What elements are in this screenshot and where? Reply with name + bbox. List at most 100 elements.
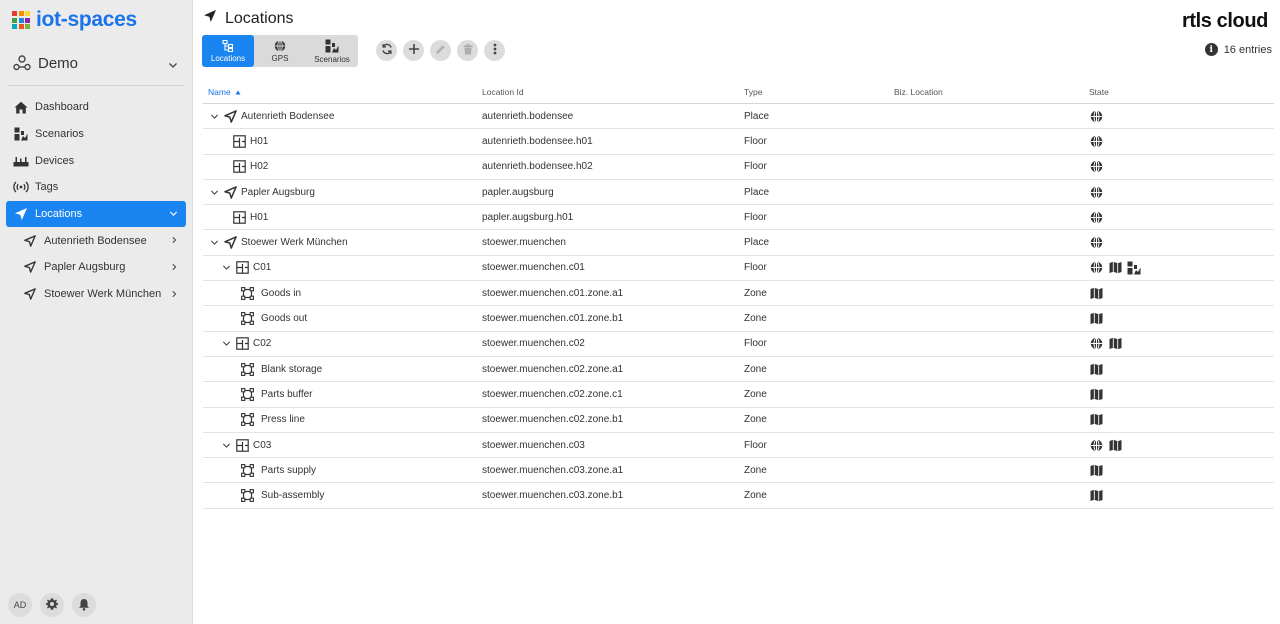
cell-location-id: autenrieth.bodensee.h02 [482,161,593,173]
cell-location-id: papler.augsburg.h01 [482,211,574,223]
sidebar-item-label: Tags [35,181,59,194]
cell-location-id: stoewer.muenchen.c01.zone.b1 [482,313,624,325]
sidebar-footer: AD [8,593,96,617]
notifications-button[interactable] [72,593,96,617]
table-row[interactable]: Press line stoewer.muenchen.c02.zone.b1 Zo… [203,408,1274,433]
settings-button[interactable] [40,593,64,617]
cell-location-id: stoewer.muenchen.c03.zone.b1 [482,490,624,502]
table-row[interactable]: H01 papler.augsburg.h01 Floor [203,205,1274,231]
cell-type: Floor [744,439,767,451]
globe-icon [1089,261,1103,275]
sidebar-divider [8,85,185,86]
table-row[interactable]: H02 autenrieth.bodensee.h02 Floor [203,155,1274,180]
table-row[interactable]: Parts buffer stoewer.muenchen.c02.zone.c1… [203,382,1274,408]
globe-icon [1089,337,1103,351]
table-row[interactable]: H01 autenrieth.bodensee.h01 Floor [203,129,1274,155]
cell-location-id: stoewer.muenchen.c02.zone.c1 [482,388,623,400]
sidebar-subitem-label: Stoewer Werk München [44,288,162,301]
trash-icon [463,42,473,60]
floor-plan-icon [232,160,246,174]
tab-label: GPS [271,53,289,63]
location-arrow-icon [223,236,237,250]
cell-name: C03 [203,438,482,452]
table-row[interactable]: C01 stoewer.muenchen.c01 Floor [203,256,1274,282]
chevron-right-icon [170,289,178,301]
cell-location-id: stoewer.muenchen.c02 [482,338,585,350]
edit-button[interactable] [430,40,451,61]
refresh-button[interactable] [376,40,397,61]
column-header-location-id[interactable]: Location Id [482,87,744,97]
sidebar-subitem-location[interactable]: Autenrieth Bodensee [6,227,186,254]
cell-name: H01 [203,134,482,148]
cell-name: Goods out [203,312,482,326]
table-row[interactable]: C02 stoewer.muenchen.c02 Floor [203,332,1274,357]
cell-type: Place [744,237,770,249]
expand-toggle-icon[interactable] [220,439,232,451]
zone-icon [240,286,254,300]
cell-location-id: autenrieth.bodensee.h01 [482,135,593,147]
location-name: C03 [253,439,272,451]
cell-location-id: stoewer.muenchen [482,237,566,249]
floor-plan-icon [235,438,249,452]
cell-name: Press line [203,413,482,427]
column-header-biz-location[interactable]: Biz. Location [894,87,1089,97]
tab-locations[interactable]: Locations [202,35,254,67]
cell-state [1089,438,1274,452]
brand[interactable]: iot-spaces [12,8,137,32]
tab-scenarios[interactable]: Scenarios [306,35,358,67]
more-button[interactable] [484,40,505,61]
column-header-name[interactable]: Name [203,87,482,97]
delete-button[interactable] [457,40,478,61]
location-name: Parts supply [261,464,317,476]
cell-state [1089,312,1274,326]
avatar[interactable]: AD [8,593,32,617]
location-name: Goods in [261,287,302,299]
sidebar-item-locations[interactable]: Locations [6,200,186,228]
cell-state [1089,413,1274,427]
cell-location-id: stoewer.muenchen.c02.zone.b1 [482,414,624,426]
expand-toggle-icon[interactable] [208,237,220,249]
table-row[interactable]: Parts supply stoewer.muenchen.c03.zone.a1… [203,458,1274,484]
table-row[interactable]: Sub-assembly stoewer.muenchen.c03.zone.b1… [203,483,1274,509]
floor-plan-icon [235,261,249,275]
table-row[interactable]: Blank storage stoewer.muenchen.c02.zone.a… [203,357,1274,383]
sidebar-subitem-location[interactable]: Stoewer Werk München [6,281,186,308]
add-button[interactable] [403,40,424,61]
table-row[interactable]: Goods in stoewer.muenchen.c01.zone.a1 Zone [203,281,1274,307]
sidebar-item-scenarios[interactable]: Scenarios [6,121,186,148]
cell-location-id: stoewer.muenchen.c03 [482,439,585,451]
scenario-icon [1127,261,1141,275]
map-icon [1089,312,1103,326]
map-icon [1089,413,1103,427]
table-row[interactable]: Autenrieth Bodensee autenrieth.bodensee Pl… [203,104,1274,130]
table-row[interactable]: C03 stoewer.muenchen.c03 Floor [203,433,1274,459]
expand-toggle-icon[interactable] [220,338,232,350]
tab-gps[interactable]: GPS [254,35,306,67]
globe-icon [1089,236,1103,250]
table-row[interactable]: Stoewer Werk München stoewer.muenchen Plac… [203,230,1274,256]
column-header-state[interactable]: State [1089,87,1274,97]
column-header-type[interactable]: Type [744,87,894,97]
expand-toggle-icon[interactable] [208,110,220,122]
table-row[interactable]: Papler Augsburg papler.augsburg Place [203,180,1274,206]
map-icon [1108,438,1122,452]
table-row[interactable]: Goods out stoewer.muenchen.c01.zone.b1 Zon… [203,306,1274,332]
brand-logo-icon [12,11,30,29]
bell-icon [78,598,90,613]
sidebar-item-devices[interactable]: Devices [6,147,186,174]
location-name: H01 [250,135,269,147]
toolbar [376,40,505,61]
sidebar-item-dashboard[interactable]: Dashboard [6,94,186,121]
tenant-icon [12,53,32,73]
sort-asc-icon [235,87,241,97]
sidebar-item-label: Dashboard [35,101,89,114]
cell-location-id: papler.augsburg [482,186,554,198]
expand-toggle-icon[interactable] [220,262,232,274]
globe-icon [274,39,286,52]
cell-type: Zone [744,363,767,375]
sidebar-subitem-location[interactable]: Papler Augsburg [6,254,186,281]
sidebar-item-tags[interactable]: Tags [6,174,186,201]
expand-toggle-icon[interactable] [208,186,220,198]
tenant-selector[interactable]: Demo [12,52,182,74]
cell-state [1089,134,1274,148]
